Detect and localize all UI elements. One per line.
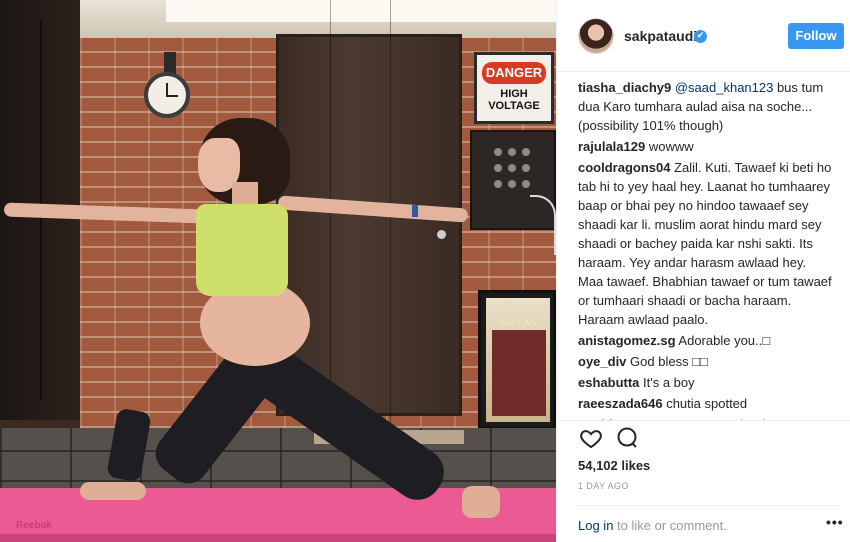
comment-username[interactable]: raeeszada646	[578, 396, 663, 411]
comment-mention-link[interactable]: @saad_khan123	[675, 80, 774, 95]
door-knob	[437, 230, 446, 239]
comment-username[interactable]: cooldragons04	[578, 160, 670, 175]
comment-username[interactable]: rajulala129	[578, 139, 645, 154]
comment-item: rajulala129 wowww	[578, 137, 834, 156]
panel-knob	[508, 180, 516, 188]
comment-text: God bless □□	[626, 354, 708, 369]
comment-username[interactable]: tiasha_diachy9	[578, 80, 671, 95]
comment-username[interactable]: eshabutta	[578, 375, 639, 390]
login-prompt: Log in to like or comment.	[578, 518, 727, 533]
right-foot	[462, 486, 500, 518]
sports-top	[196, 204, 288, 296]
ceiling-light	[166, 0, 556, 22]
comment-text: wowww	[645, 139, 694, 154]
comments-list[interactable]: tiasha_diachy9 @saad_khan123 bus tum dua…	[578, 78, 834, 420]
comment-text: It's a boy	[639, 375, 695, 390]
panel-knob	[508, 148, 516, 156]
comment-text: Adorable you..□	[675, 333, 771, 348]
panel-knob	[494, 180, 502, 188]
comment-text: chutia spotted	[662, 396, 748, 411]
comment-item: anistagomez.sg Adorable you..□	[578, 331, 834, 350]
panel-knob	[508, 164, 516, 172]
verified-badge-icon: ✔	[694, 30, 707, 43]
login-link[interactable]: Log in	[578, 518, 613, 533]
poster-shopfront	[492, 330, 546, 416]
post-photo[interactable]: DANGER HIGH VOLTAGE BOULAN Reebok	[0, 0, 556, 542]
left-foot	[80, 482, 146, 500]
danger-sign-top: DANGER	[482, 62, 546, 84]
danger-sign-bottom: HIGH VOLTAGE	[488, 88, 540, 112]
comment-username[interactable]: anistagomez.sg	[578, 333, 676, 348]
poster-label: BOULAN	[499, 318, 537, 328]
comment-item: eshabutta It's a boy	[578, 373, 834, 392]
cable	[530, 195, 556, 255]
heart-icon[interactable]	[578, 426, 604, 450]
comment-item: cooldragons04 Zalil. Kuti. Tawaef ki bet…	[578, 158, 834, 329]
comment-text: Zalil. Kuti. Tawaef ki beti ho tab hi to…	[578, 160, 832, 327]
panel-knob	[522, 180, 530, 188]
door	[276, 34, 462, 416]
post-time[interactable]: 1 DAY AGO	[578, 481, 629, 491]
comment-item: oye_div God bless □□	[578, 352, 834, 371]
wristband	[412, 205, 418, 217]
profile-username[interactable]: sakpataudi	[624, 28, 697, 44]
yoga-mat-edge	[0, 534, 556, 542]
mat-brand: Reebok	[16, 520, 53, 531]
comment-username[interactable]: oye_div	[578, 354, 626, 369]
follow-button[interactable]: Follow	[788, 23, 844, 49]
comment-item: raeeszada646 chutia spotted	[578, 394, 834, 413]
panel-knob	[522, 148, 530, 156]
comment-icon[interactable]	[614, 426, 640, 450]
divider	[556, 420, 850, 421]
panel-knob	[494, 164, 502, 172]
clock-hand	[166, 95, 178, 97]
likes-count[interactable]: 54,102 likes	[578, 458, 650, 473]
profile-avatar[interactable]	[578, 18, 614, 54]
login-prompt-text: to like or comment.	[613, 518, 727, 533]
more-options-icon[interactable]: •••	[826, 514, 844, 530]
comment-item: tiasha_diachy9 @saad_khan123 bus tum dua…	[578, 78, 834, 135]
divider	[578, 505, 840, 506]
panel-knob	[494, 148, 502, 156]
panel-knob	[522, 164, 530, 172]
